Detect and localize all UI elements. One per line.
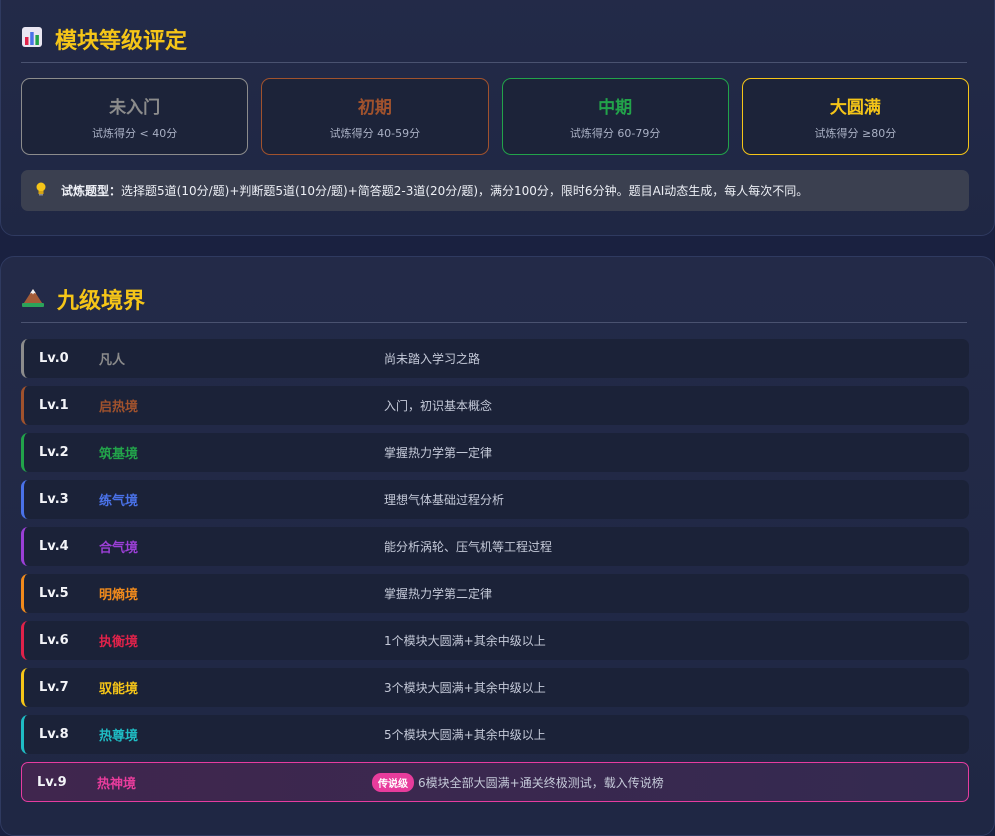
realm-list: Lv.0 凡人 尚未踏入学习之路 Lv.1 启热境 入门，初识基本概念 Lv.2 筑基境掌…: [21, 339, 969, 810]
realm-level: Lv.0: [39, 351, 69, 366]
realms-panel-title: 九级境界: [57, 289, 146, 314]
grade-range: 试炼得分 60-79分: [569, 126, 661, 140]
realm-row: Lv.7 驭能境 3个模块大圆满+其余中级以上: [21, 668, 969, 707]
realm-row-legendary: Lv.9 热神境 传说级 6模块全部大圆满+通关终极测试，载入传说榜: [21, 762, 969, 802]
grade-name: 大圆满: [829, 97, 881, 118]
realm-name: 执衡境: [99, 635, 139, 650]
realm-level: Lv.8: [39, 727, 69, 742]
bar-chart-icon: [21, 26, 43, 52]
realm-name: 明熵境: [99, 588, 139, 603]
realm-description: 5个模块大圆满+其余中级以上: [384, 728, 546, 742]
grade-name: 中期: [598, 97, 633, 118]
realm-name: 练气境: [99, 494, 139, 509]
realm-name: 筑基境: [99, 447, 139, 462]
realm-name: 热尊境: [99, 729, 139, 744]
tip-text-wrap: 试炼题型：选择题5道(10分/题)+判断题5道(10分/题)+简答题2-3道(2…: [61, 182, 808, 199]
realms-panel: 九级境界 Lv.0 凡人 尚未踏入学习之路 Lv.1 启热境 入门，初识基本概念 Lv.…: [0, 256, 995, 836]
grades-panel: 模块等级评定 未入门 试炼得分 < 40分 初期 试炼得分 40-59分 中期 …: [0, 0, 995, 236]
realm-row: Lv.3 练气境 理想气体基础过程分析: [21, 480, 969, 519]
realm-row: Lv.4 合气境 能分析涡轮、压气机等工程过程: [21, 527, 969, 566]
grade-card-middle: 中期 试炼得分 60-79分: [501, 78, 729, 155]
realm-description: 能分析涡轮、压气机等工程过程: [384, 540, 553, 554]
lightbulb-icon: [35, 182, 47, 199]
realm-level: Lv.1: [39, 398, 69, 413]
realm-name: 热神境: [97, 776, 137, 792]
grade-range: 试炼得分 40-59分: [329, 126, 421, 140]
grade-card-beginner: 未入门 试炼得分 < 40分: [21, 78, 249, 155]
realm-name: 启热境: [99, 400, 139, 415]
grade-name: 初期: [357, 97, 392, 118]
realm-description: 6模块全部大圆满+通关终极测试，载入传说榜: [418, 775, 664, 790]
realm-name: 凡人: [99, 353, 126, 368]
realm-row: Lv.1 启热境 入门，初识基本概念: [21, 386, 969, 425]
realm-description: 尚未踏入学习之路: [384, 352, 481, 366]
realm-row: Lv.8 热尊境 5个模块大圆满+其余中级以上: [21, 715, 969, 754]
legendary-badge: 传说级: [372, 772, 414, 792]
realm-name: 驭能境: [99, 682, 139, 697]
tip-label: 试炼题型：: [61, 184, 122, 198]
realm-level: Lv.7: [39, 680, 69, 695]
grade-range: 试炼得分 ≥80分: [814, 126, 897, 140]
exam-format-tip: 试炼题型：选择题5道(10分/题)+判断题5道(10分/题)+简答题2-3道(2…: [21, 170, 969, 211]
grade-card-perfect: 大圆满 试炼得分 ≥80分: [741, 78, 969, 155]
realm-description: 入门，初识基本概念: [384, 399, 493, 413]
realm-description: 掌握热力学第二定律: [384, 587, 493, 601]
realm-row: Lv.6 执衡境 1个模块大圆满+其余中级以上: [21, 621, 969, 660]
mountain-icon: [21, 286, 45, 312]
realm-row: Lv.0 凡人 尚未踏入学习之路: [21, 339, 969, 378]
grade-cards: 未入门 试炼得分 < 40分 初期 试炼得分 40-59分 中期 试炼得分 60…: [21, 78, 969, 155]
realm-description-wrap: 传说级 6模块全部大圆满+通关终极测试，载入传说榜: [372, 772, 664, 792]
grade-range: 试炼得分 < 40分: [92, 126, 178, 140]
realm-level: Lv.4: [39, 539, 69, 554]
title-divider: [21, 62, 967, 63]
realm-row: Lv.2 筑基境 掌握热力学第一定律: [21, 433, 969, 472]
title-divider: [21, 322, 967, 323]
grades-panel-header: 模块等级评定: [21, 23, 187, 55]
realm-description: 3个模块大圆满+其余中级以上: [384, 681, 546, 695]
realm-row: Lv.5 明熵境 掌握热力学第二定律: [21, 574, 969, 613]
realm-description: 1个模块大圆满+其余中级以上: [384, 634, 546, 648]
realm-level: Lv.2: [39, 445, 69, 460]
realm-description: 理想气体基础过程分析: [384, 493, 505, 507]
realm-level: Lv.6: [39, 633, 69, 648]
grade-name: 未入门: [109, 97, 161, 118]
grades-panel-title: 模块等级评定: [55, 29, 188, 54]
realm-description: 掌握热力学第一定律: [384, 446, 493, 460]
realms-panel-header: 九级境界: [21, 283, 145, 315]
realm-name: 合气境: [99, 541, 139, 556]
realm-level: Lv.9: [37, 774, 67, 790]
tip-text: 选择题5道(10分/题)+判断题5道(10分/题)+简答题2-3道(20分/题)…: [121, 184, 809, 198]
realm-level: Lv.5: [39, 586, 69, 601]
realm-level: Lv.3: [39, 492, 69, 507]
grade-card-early: 初期 试炼得分 40-59分: [261, 78, 489, 155]
